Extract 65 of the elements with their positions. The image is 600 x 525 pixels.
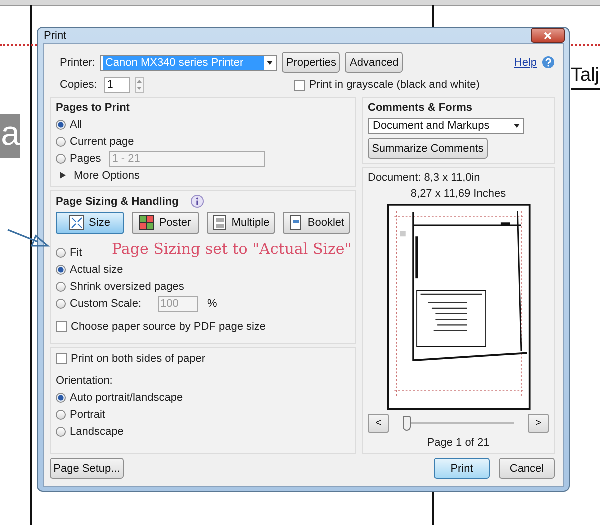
mode-tab[interactable]: Size bbox=[56, 212, 124, 234]
section-title: Pages to Print bbox=[56, 102, 131, 114]
checkbox-label: Choose paper source by PDF page size bbox=[71, 320, 266, 332]
checkbox[interactable] bbox=[56, 353, 67, 364]
print-button[interactable]: Print bbox=[434, 458, 490, 479]
resize-icon bbox=[69, 215, 86, 231]
close-icon bbox=[544, 32, 552, 40]
more-options-toggle[interactable]: More Options bbox=[74, 170, 140, 182]
book-icon bbox=[288, 215, 304, 231]
info-icon[interactable] bbox=[190, 195, 204, 208]
option-label: Auto portrait/landscape bbox=[70, 392, 184, 404]
radio-button[interactable] bbox=[56, 264, 66, 274]
radio-button[interactable] bbox=[56, 410, 66, 420]
option-label: All bbox=[70, 118, 82, 130]
option-label: Fit bbox=[70, 246, 82, 258]
expand-triangle-icon[interactable] bbox=[60, 172, 66, 179]
document-text: a bbox=[0, 114, 20, 158]
help-icon[interactable] bbox=[542, 56, 555, 69]
previous-page-button[interactable]: < bbox=[368, 414, 389, 433]
checkbox[interactable] bbox=[56, 321, 67, 332]
dropdown-arrow-icon bbox=[511, 122, 523, 130]
option-label: Portrait bbox=[70, 408, 106, 420]
tiles-icon bbox=[139, 215, 156, 231]
section-title: Orientation: bbox=[56, 375, 114, 387]
toolbar-button[interactable]: Properties bbox=[282, 52, 340, 73]
mode-tab[interactable]: Poster bbox=[132, 212, 199, 234]
help-link[interactable]: Help bbox=[514, 56, 537, 68]
page-setup-button[interactable]: Page Setup... bbox=[50, 458, 124, 479]
option-label: Current page bbox=[70, 136, 134, 148]
toolbar-button[interactable]: Advanced bbox=[345, 52, 404, 73]
cancel-button[interactable]: Cancel bbox=[499, 458, 555, 479]
window-title: Print bbox=[44, 30, 67, 42]
spinner-icon[interactable] bbox=[135, 77, 144, 93]
radio-button[interactable] bbox=[56, 392, 66, 402]
radio-button[interactable] bbox=[56, 120, 66, 130]
option-label: Custom Scale: bbox=[70, 298, 142, 310]
slider-thumb[interactable] bbox=[403, 416, 411, 431]
copies-label: Copies: bbox=[60, 79, 98, 91]
summarize-button[interactable]: Summarize Comments bbox=[368, 138, 488, 159]
section-title: Page Sizing & Handling bbox=[56, 196, 179, 208]
option-label: Landscape bbox=[70, 426, 124, 438]
radio-button[interactable] bbox=[56, 282, 66, 292]
paper-size-text: 8,27 x 11,69 Inches bbox=[410, 188, 506, 200]
page-count-text: Page 1 of 21 bbox=[427, 437, 490, 449]
checkbox-label: Print on both sides of paper bbox=[71, 352, 206, 364]
option-label: Actual size bbox=[70, 264, 124, 276]
pages-icon bbox=[212, 215, 228, 231]
radio-button[interactable] bbox=[56, 248, 66, 258]
printer-label: Printer: bbox=[60, 56, 96, 68]
checkbox-label: Print in grayscale (black and white) bbox=[309, 79, 480, 91]
checkbox[interactable] bbox=[294, 80, 306, 90]
next-page-button[interactable]: > bbox=[528, 414, 549, 433]
mode-tab[interactable]: Multiple bbox=[207, 212, 274, 234]
section-title: Comments & Forms bbox=[368, 102, 474, 114]
annotation-text: Page Sizing set to "Actual Size" bbox=[112, 240, 352, 258]
close-button[interactable] bbox=[531, 28, 565, 43]
radio-button[interactable] bbox=[56, 426, 66, 436]
document-size-text: Document: 8,3 x 11,0in bbox=[368, 172, 482, 184]
mode-tab[interactable]: Booklet bbox=[282, 212, 350, 234]
unit-label: % bbox=[208, 298, 218, 310]
comments-dropdown[interactable]: Document and Markups bbox=[368, 118, 524, 134]
copies-field[interactable]: 1 bbox=[104, 77, 130, 93]
radio-button[interactable] bbox=[56, 136, 66, 146]
option-label: Shrink oversized pages bbox=[70, 280, 184, 292]
option-label: Pages bbox=[70, 152, 102, 164]
